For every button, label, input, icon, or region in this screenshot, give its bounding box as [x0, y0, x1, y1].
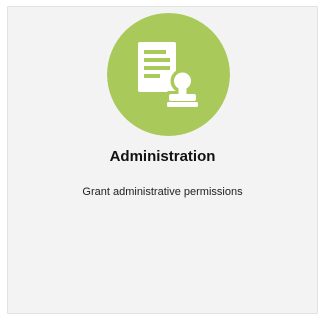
document-stamp-icon	[107, 13, 230, 136]
card-title: Administration	[109, 148, 216, 165]
administration-card[interactable]: Administration Grant administrative perm…	[7, 6, 318, 314]
card-description: Grant administrative permissions	[82, 186, 243, 198]
